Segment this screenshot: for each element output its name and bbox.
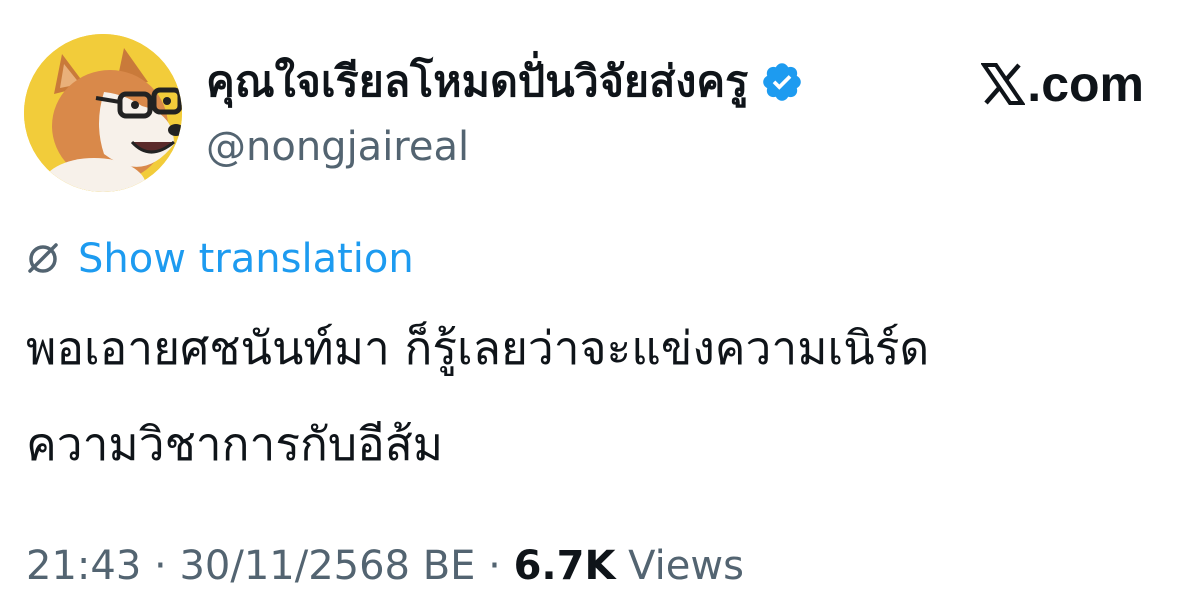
author-handle[interactable]: @nongjaireal: [206, 120, 469, 174]
views-label: Views: [628, 543, 744, 589]
show-translation[interactable]: Show translation: [24, 232, 414, 286]
tweet-text: พอเอายศชนันท์มา ก็รู้เลยว่าจะแข่งความเนิ…: [26, 300, 1166, 492]
avatar[interactable]: [24, 34, 182, 192]
tweet-text-line: ความวิชาการกับอีส้ม: [26, 417, 444, 471]
tweet-time[interactable]: 21:43: [26, 543, 141, 589]
author-name-row: คุณใจเรียลโหมดปั่นวิจัยส่งครู: [206, 52, 804, 112]
tweet-date[interactable]: 30/11/2568 BE: [179, 543, 475, 589]
x-domain-text: .com: [1027, 56, 1144, 112]
verified-badge-icon: [760, 60, 804, 104]
corgi-avatar-image: [24, 34, 182, 192]
display-name[interactable]: คุณใจเรียลโหมดปั่นวิจัยส่งครู: [206, 52, 748, 112]
meta-separator: ·: [154, 543, 167, 589]
globe-icon: [24, 240, 62, 278]
views-count: 6.7K: [513, 543, 616, 589]
x-logo-icon: [980, 61, 1027, 107]
x-branding: .com: [980, 56, 1144, 112]
tweet-meta: 21:43 · 30/11/2568 BE · 6.7K Views: [26, 536, 744, 596]
tweet-text-line: พอเอายศชนันท์มา ก็รู้เลยว่าจะแข่งความเนิ…: [26, 321, 930, 375]
show-translation-link[interactable]: Show translation: [78, 232, 414, 286]
meta-separator: ·: [488, 543, 501, 589]
